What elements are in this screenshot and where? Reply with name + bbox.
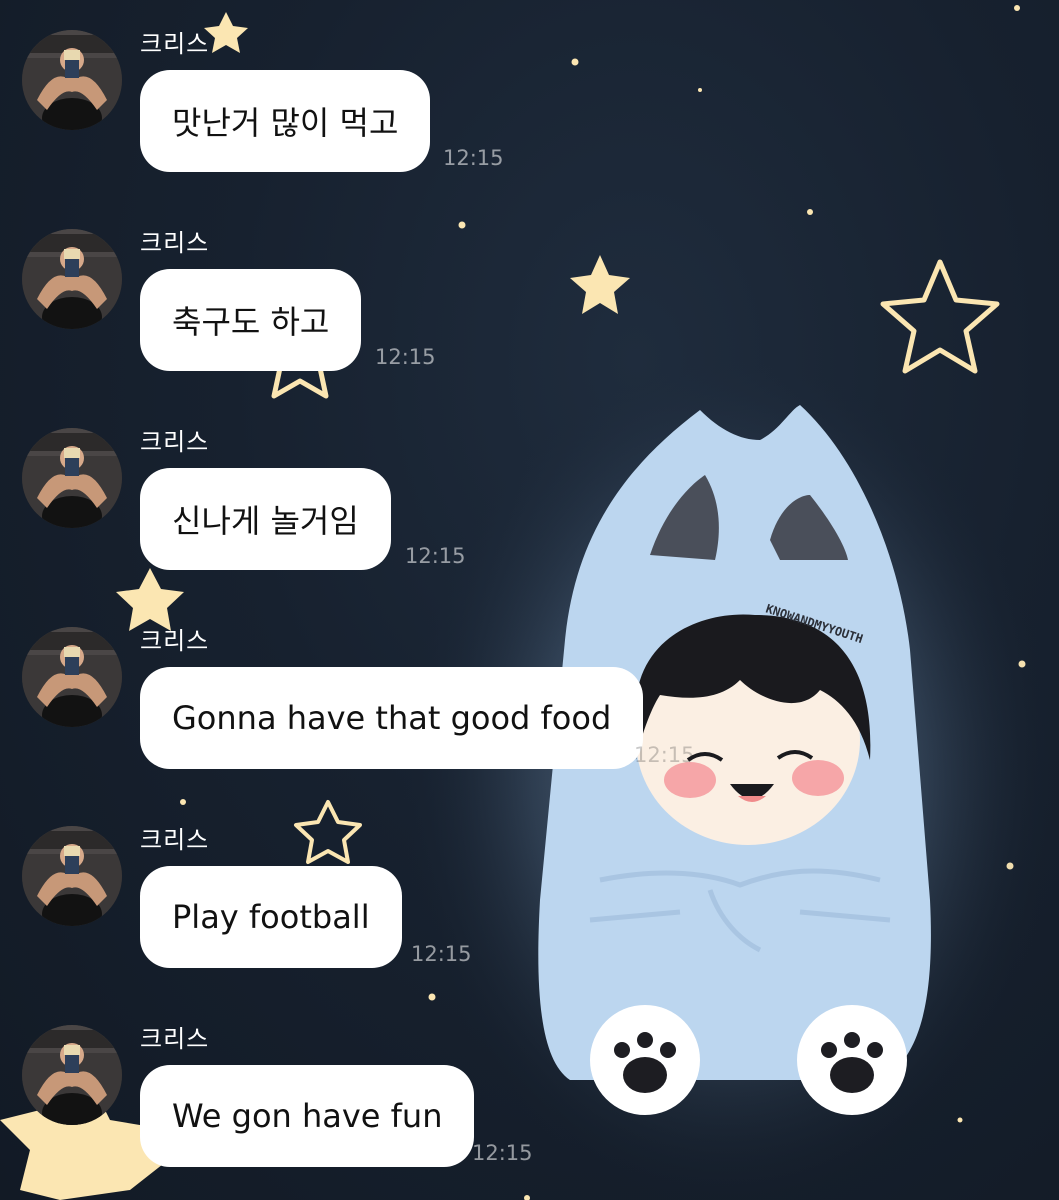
sender-name: 크리스 <box>140 627 210 655</box>
message-bubble[interactable]: 신나게 놀거임 <box>140 468 391 570</box>
avatar[interactable] <box>22 1025 122 1125</box>
message-timestamp: 12:15 <box>405 544 466 568</box>
sender-name: 크리스 <box>140 1025 210 1053</box>
message-timestamp: 12:15 <box>634 743 695 767</box>
avatar[interactable] <box>22 229 122 329</box>
message-row: 크리스 신나게 놀거임 12:15 <box>0 398 1059 570</box>
sender-name: 크리스 <box>140 428 210 456</box>
message-bubble[interactable]: We gon have fun <box>140 1065 475 1167</box>
sender-name: 크리스 <box>140 826 210 854</box>
message-bubble[interactable]: 맛난거 많이 먹고 <box>140 70 431 172</box>
message-timestamp: 12:15 <box>375 345 436 369</box>
message-bubble[interactable]: Gonna have that good food <box>140 667 644 769</box>
avatar[interactable] <box>22 627 122 727</box>
message-row: 크리스 Gonna have that good food 12:15 <box>0 597 1059 769</box>
avatar[interactable] <box>22 826 122 926</box>
sender-name: 크리스 <box>140 30 210 58</box>
message-timestamp: 12:15 <box>411 942 472 966</box>
chat-thread: 크리스 맛난거 많이 먹고 12:15 크리스 축구도 하고 12:15 크리스… <box>0 0 1059 1200</box>
message-bubble[interactable]: Play football <box>140 866 402 968</box>
message-timestamp: 12:15 <box>443 146 504 170</box>
sender-name: 크리스 <box>140 229 210 257</box>
message-row: 크리스 Play football 12:15 <box>0 796 1059 968</box>
message-row: 크리스 맛난거 많이 먹고 12:15 <box>0 0 1059 172</box>
message-row: 크리스 We gon have fun 12:15 <box>0 995 1059 1167</box>
avatar[interactable] <box>22 428 122 528</box>
message-bubble[interactable]: 축구도 하고 <box>140 269 362 371</box>
avatar[interactable] <box>22 30 122 130</box>
message-row: 크리스 축구도 하고 12:15 <box>0 199 1059 371</box>
message-timestamp: 12:15 <box>472 1141 533 1165</box>
